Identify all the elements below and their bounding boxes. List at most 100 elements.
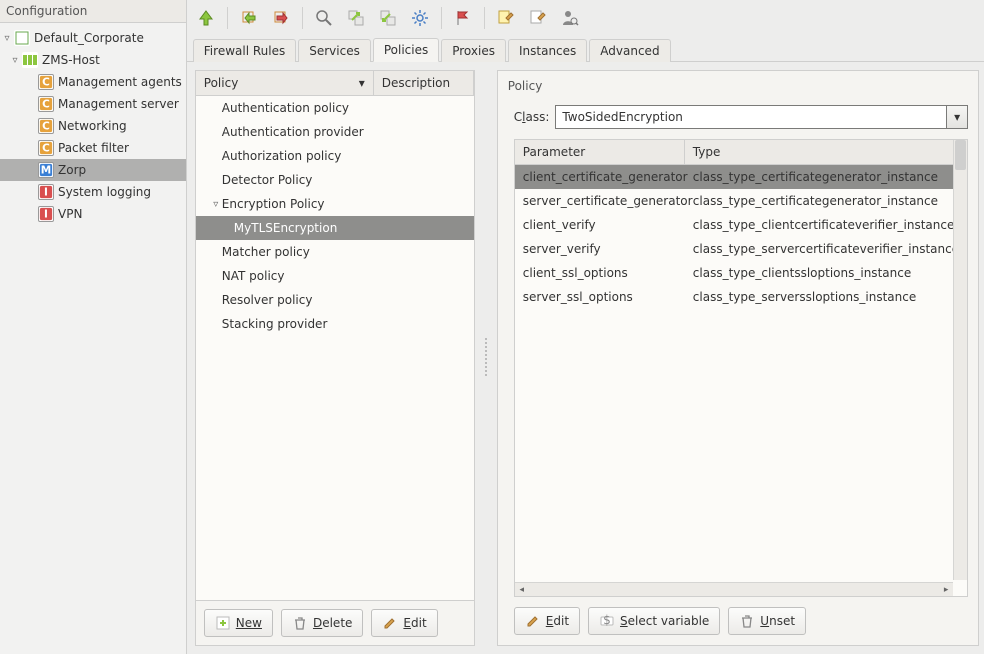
class-label: Class: [514,110,550,124]
splitter-handle[interactable] [483,70,489,646]
tab-policies[interactable]: Policies [373,38,439,62]
select-variable-button[interactable]: $ Select variable [588,607,720,635]
transfer-in-icon[interactable] [375,5,401,31]
tree-caret-icon: ▿ [0,33,14,44]
policy-authentication-provider[interactable]: Authentication provider [196,120,474,144]
param-type: class_type_servercertificateverifier_ins… [693,242,959,256]
flag-icon[interactable] [450,5,476,31]
policy-encryption-policy[interactable]: ▿Encryption Policy [196,192,474,216]
tree-node-label: Networking [58,119,127,133]
tree-site[interactable]: ▿Default_Corporate [0,27,186,49]
tab-proxies[interactable]: Proxies [441,39,506,62]
new-button[interactable]: New [204,609,273,637]
param-type: class_type_clientcertificateverifier_ins… [693,218,959,232]
plus-icon [215,615,231,631]
policy-detail-title: Policy [498,71,978,101]
col-description[interactable]: Description [374,71,474,95]
class-row: Class: ▾ [498,101,978,139]
policy-authorization-policy[interactable]: Authorization policy [196,144,474,168]
import-icon[interactable] [236,5,262,31]
param-row-client_verify[interactable]: client_verifyclass_type_clientcertificat… [515,213,967,237]
tree-item-networking[interactable]: C Networking [0,115,186,137]
variable-icon: $ [599,613,615,629]
param-name: server_ssl_options [523,290,693,304]
person-search-icon[interactable] [557,5,583,31]
policy-detector-policy[interactable]: Detector Policy [196,168,474,192]
param-row-server_ssl_options[interactable]: server_ssl_optionsclass_type_serversslop… [515,285,967,309]
policies-list[interactable]: Authentication policyAuthentication prov… [196,96,474,601]
trash-icon [292,615,308,631]
param-row-client_certificate_generator[interactable]: client_certificate_generatorclass_type_c… [515,165,967,189]
search-icon[interactable] [311,5,337,31]
detail-edit-button[interactable]: Edit [514,607,580,635]
horizontal-scrollbar[interactable]: ◂ ▸ [515,582,953,596]
tree-item-packet-filter[interactable]: CPacket filter [0,137,186,159]
content: Policy ▾ Description Authentication poli… [187,62,984,654]
tree-item-vpn[interactable]: IVPN [0,203,186,225]
svg-text:C: C [42,143,50,155]
tree-node-label: Zorp [58,163,86,177]
scroll-left-icon[interactable]: ◂ [515,583,529,597]
policy-nat-policy[interactable]: NAT policy [196,264,474,288]
svg-text:M: M [41,165,51,177]
doc-edit-icon[interactable] [525,5,551,31]
vertical-scrollbar[interactable] [953,140,967,580]
export-icon[interactable] [268,5,294,31]
svg-text:C: C [42,77,50,89]
tab-advanced[interactable]: Advanced [589,39,670,62]
svg-text:C: C [42,121,50,133]
policies-panel: Policy ▾ Description Authentication poli… [195,70,475,646]
policy-resolver-policy[interactable]: Resolver policy [196,288,474,312]
param-row-server_verify[interactable]: server_verifyclass_type_servercertificat… [515,237,967,261]
unset-button[interactable]: Unset [728,607,806,635]
tree-node-icon: C [38,118,54,134]
transfer-out-icon[interactable] [343,5,369,31]
config-tree[interactable]: ▿Default_Corporate▿ZMS-HostCManagement a… [0,23,186,654]
col-policy[interactable]: Policy ▾ [196,71,374,95]
expand-icon: ▿ [210,199,222,210]
note-edit-icon[interactable] [493,5,519,31]
class-input[interactable] [555,105,946,129]
tab-services[interactable]: Services [298,39,371,62]
svg-text:I: I [44,209,48,221]
tab-instances[interactable]: Instances [508,39,587,62]
param-columns: Parameter Type [515,140,967,165]
chevron-down-icon: ▾ [954,110,960,124]
scrollbar-thumb[interactable] [955,140,966,170]
col-parameter[interactable]: Parameter [515,140,685,164]
policies-columns: Policy ▾ Description [196,71,474,96]
scroll-right-icon[interactable]: ▸ [939,583,953,597]
edit-button[interactable]: Edit [371,609,437,637]
sidebar-title: Configuration [0,0,186,23]
tree-node-icon: I [38,184,54,200]
param-row-client_ssl_options[interactable]: client_ssl_optionsclass_type_clientsslop… [515,261,967,285]
gear-icon[interactable] [407,5,433,31]
param-rows[interactable]: client_certificate_generatorclass_type_c… [515,165,967,596]
class-dropdown-button[interactable]: ▾ [946,105,968,129]
tree-item-system-logging[interactable]: I System logging [0,181,186,203]
sort-down-icon: ▾ [359,76,365,90]
tab-firewall-rules[interactable]: Firewall Rules [193,39,296,62]
col-type[interactable]: Type [685,140,967,164]
tree-node-icon: I [38,206,54,222]
param-row-server_certificate_generator[interactable]: server_certificate_generatorclass_type_c… [515,189,967,213]
policy-matcher-policy[interactable]: Matcher policy [196,240,474,264]
trash-icon [739,613,755,629]
tree-host[interactable]: ▿ZMS-Host [0,49,186,71]
up-icon[interactable] [193,5,219,31]
tree-item-management-agents[interactable]: CManagement agents [0,71,186,93]
param-name: client_verify [523,218,693,232]
policy-stacking-provider[interactable]: Stacking provider [196,312,474,336]
separator [302,7,303,29]
param-type: class_type_serverssloptions_instance [693,290,959,304]
param-type: class_type_certificategenerator_instance [693,194,959,208]
policy-authentication-policy[interactable]: Authentication policy [196,96,474,120]
tree-node-label: Management server [58,97,179,111]
tree-item-zorp[interactable]: M Zorp [0,159,186,181]
tree-node-label: System logging [58,185,151,199]
delete-button[interactable]: Delete [281,609,363,637]
param-name: server_verify [523,242,693,256]
policy-detail-panel: Policy Class: ▾ Parameter Type client_ce… [497,70,979,646]
tree-item-management-server[interactable]: CManagement server [0,93,186,115]
policy-child-mytlsencryption[interactable]: MyTLSEncryption [196,216,474,240]
